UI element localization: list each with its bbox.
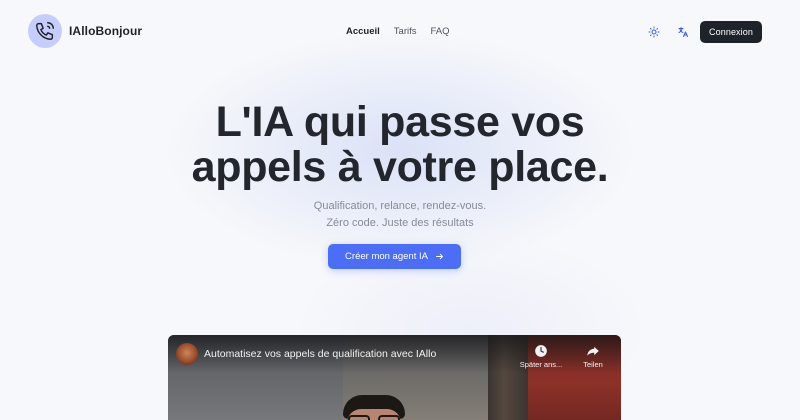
site-header: IAlloBonjour Accueil Tarifs FAQ Connexio… [0,0,800,64]
hero-subtitle: Qualification, relance, rendez-vous. Zér… [0,198,800,232]
hero-title: L'IA qui passe vos appels à votre place. [0,100,800,190]
main-nav: Accueil Tarifs FAQ [346,26,450,37]
theme-toggle-button[interactable] [643,21,665,43]
home-logo-link[interactable]: IAlloBonjour [28,14,142,48]
sun-icon [648,26,660,38]
nav-item-faq[interactable]: FAQ [431,26,450,37]
share-button[interactable]: Teilen [570,344,616,369]
share-label: Teilen [583,360,603,369]
video-embed[interactable]: Automatisez vos appels de qualification … [168,335,621,420]
cta-label: Créer mon agent IA [345,251,428,262]
share-icon [587,346,599,356]
hero-subtitle-line1: Qualification, relance, rendez-vous. [313,200,487,212]
nav-item-accueil[interactable]: Accueil [346,26,380,37]
login-button[interactable]: Connexion [700,21,762,43]
hero-title-line1: L'IA qui passe vos [215,98,585,146]
brand-name: IAlloBonjour [69,24,143,38]
person-glasses [346,415,404,420]
clock-icon [535,345,547,357]
create-agent-button[interactable]: Créer mon agent IA [328,244,461,269]
arrow-right-icon [436,253,443,260]
watch-later-button[interactable]: Später ans... [518,344,564,369]
hero-subtitle-line2: Zéro code. Juste des résultats [326,217,474,229]
hero-title-line2: appels à votre place. [191,143,609,191]
watch-later-label: Später ans... [519,360,563,369]
video-title[interactable]: Automatisez vos appels de qualification … [204,348,436,360]
phone-icon [28,14,62,48]
channel-avatar[interactable] [176,343,198,365]
language-button[interactable] [672,21,694,43]
nav-item-tarifs[interactable]: Tarifs [394,26,417,37]
translate-icon [678,27,688,37]
